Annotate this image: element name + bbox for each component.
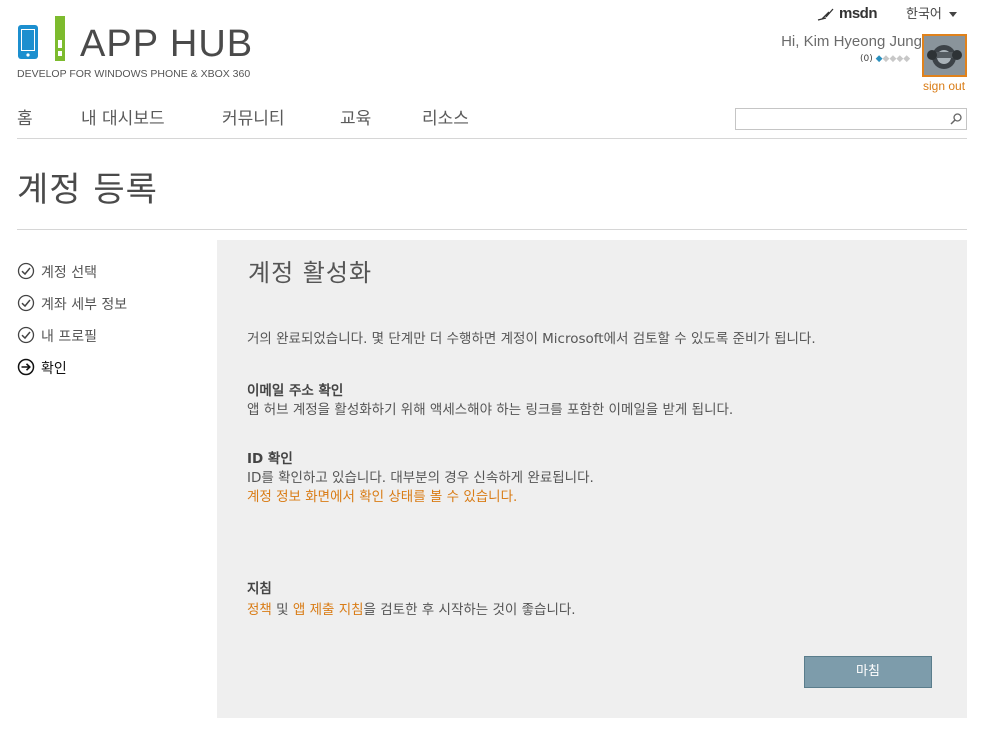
app-submission-guidelines-link[interactable]: 앱 제출 지침	[293, 602, 364, 618]
step-account-details[interactable]: 계좌 세부 정보	[17, 292, 207, 314]
arrow-circle-icon	[17, 358, 35, 376]
nav-my-dashboard[interactable]: 내 대시보드	[81, 104, 165, 129]
reputation-diamond-icon: ◆	[875, 54, 883, 64]
step-select-account[interactable]: 계정 선택	[17, 260, 207, 282]
nav-education[interactable]: 교육	[340, 104, 371, 129]
app-hub-tagline: DEVELOP FOR WINDOWS PHONE & XBOX 360	[17, 68, 251, 80]
msdn-swoosh-icon	[817, 8, 834, 21]
guidelines-separator: 및	[271, 602, 293, 618]
search-input[interactable]	[736, 109, 944, 129]
app-hub-logo[interactable]: APP HUB DEVELOP FOR WINDOWS PHONE & XBOX…	[17, 16, 257, 82]
check-circle-icon	[17, 326, 35, 344]
panel-title: 계정 활성화	[248, 259, 373, 287]
user-avatar-image	[924, 36, 965, 75]
windows-phone-icon	[18, 25, 38, 59]
guidelines-text: 정책 및 앱 제출 지침을 검토한 후 시작하는 것이 좋습니다.	[247, 598, 576, 618]
search-box	[735, 108, 967, 130]
nav-home[interactable]: 홈	[17, 104, 33, 129]
check-circle-icon	[17, 262, 35, 280]
step-label: 내 프로필	[41, 329, 97, 345]
guidelines-rest: 을 검토한 후 시작하는 것이 좋습니다.	[363, 602, 576, 618]
search-icon[interactable]	[949, 112, 963, 126]
app-hub-title: APP HUB	[80, 23, 254, 65]
step-my-profile[interactable]: 내 프로필	[17, 324, 207, 346]
page-title: 계정 등록	[17, 170, 158, 210]
sign-out-link[interactable]: sign out	[923, 79, 965, 93]
reputation-count: (0)	[860, 54, 873, 64]
check-circle-icon	[17, 294, 35, 312]
id-heading: ID 확인	[247, 451, 293, 467]
avatar[interactable]	[922, 34, 967, 77]
xbox-bar-icon	[55, 16, 65, 61]
language-select[interactable]: 한국어	[906, 3, 957, 22]
account-info-link[interactable]: 계정 정보 화면에서 확인 상태를 볼 수 있습니다.	[247, 489, 517, 505]
language-label: 한국어	[906, 7, 942, 22]
step-label: 계정 선택	[41, 265, 97, 281]
reputation-meter: (0) ◆◆◆◆◆	[860, 54, 910, 64]
nav-community[interactable]: 커뮤니티	[222, 104, 285, 129]
step-label: 확인	[41, 361, 67, 377]
msdn-link[interactable]: msdn	[817, 5, 887, 23]
reputation-diamond-empty-icon: ◆◆◆◆	[882, 54, 911, 64]
intro-text: 거의 완료되었습니다. 몇 단계만 더 수행하면 계정이 Microsoft에서…	[247, 331, 816, 347]
email-text: 앱 허브 계정을 활성화하기 위해 액세스해야 하는 링크를 포함한 이메일을 …	[247, 402, 734, 418]
activation-panel: 계정 활성화 거의 완료되었습니다. 몇 단계만 더 수행하면 계정이 Micr…	[217, 240, 967, 718]
guidelines-heading: 지침	[247, 581, 272, 597]
user-greeting: Hi, Kim Hyeong Jung	[781, 33, 922, 50]
chevron-down-icon	[948, 12, 957, 17]
finish-button[interactable]: 마침	[804, 656, 932, 688]
nav-resources[interactable]: 리소스	[422, 104, 469, 129]
policy-link[interactable]: 정책	[247, 602, 272, 618]
email-heading: 이메일 주소 확인	[247, 383, 344, 399]
title-divider	[17, 229, 967, 230]
nav-divider	[17, 138, 967, 139]
step-label: 계좌 세부 정보	[41, 297, 128, 313]
id-text: ID를 확인하고 있습니다. 대부분의 경우 신속하게 완료됩니다.	[247, 470, 594, 486]
step-confirm[interactable]: 확인	[17, 356, 207, 378]
msdn-label: msdn	[839, 5, 878, 22]
id-status-line: 계정 정보 화면에서 확인 상태를 볼 수 있습니다.	[247, 485, 517, 505]
